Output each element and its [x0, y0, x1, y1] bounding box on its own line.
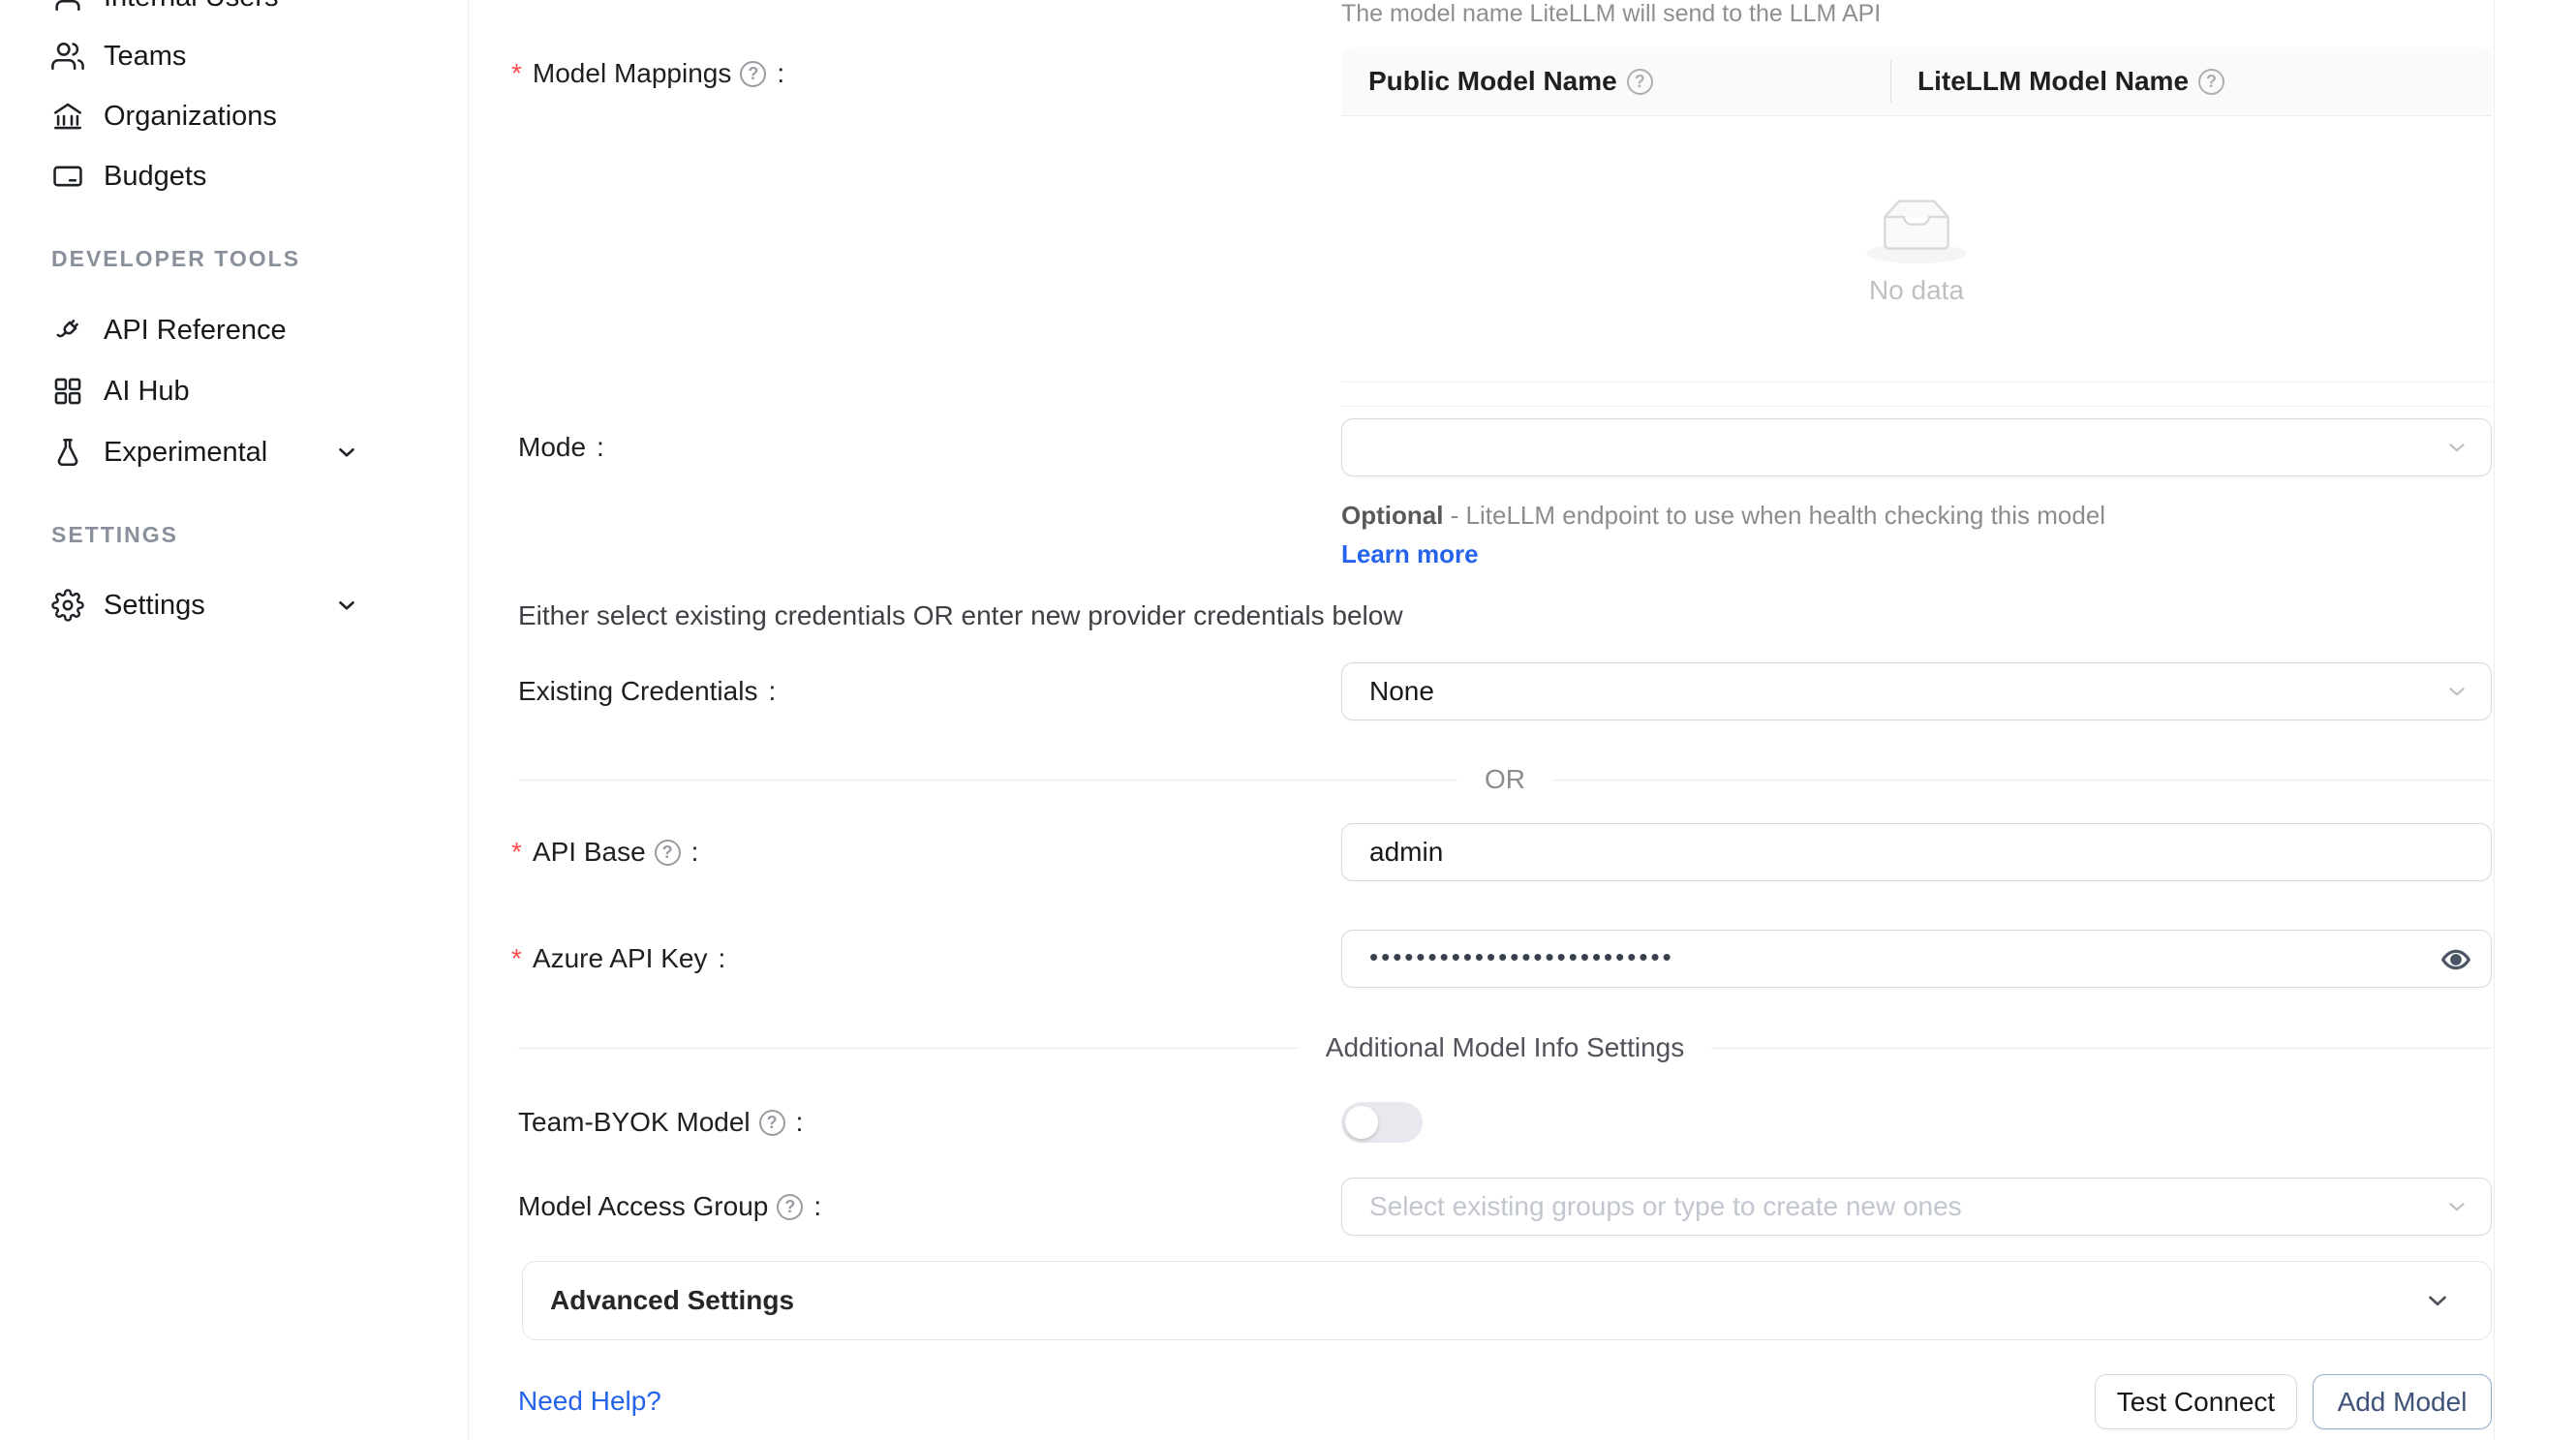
chevron-down-icon — [2444, 679, 2469, 704]
sidebar-item-label: Internal Users — [104, 0, 279, 14]
no-data-text: No data — [1869, 275, 1964, 306]
sidebar-item-label: Experimental — [104, 437, 267, 469]
table-header-public-model-name: Public Model Name ? — [1341, 47, 1890, 115]
masked-password-value: •••••••••••••••••••••••••• — [1369, 942, 1674, 972]
sidebar-item-label: AI Hub — [104, 376, 190, 408]
sidebar: Internal Users Teams Organizations Budge… — [0, 0, 469, 1440]
chevron-down-icon — [2444, 1194, 2469, 1219]
chevron-down-icon — [2423, 1286, 2452, 1315]
team-byok-label: Team-BYOK Model ? : — [518, 1103, 803, 1142]
mode-select[interactable] — [1341, 418, 2492, 476]
sidebar-section-developer-tools: DEVELOPER TOOLS — [51, 245, 300, 272]
grid-icon — [51, 375, 84, 408]
sidebar-item-api-reference[interactable]: API Reference — [51, 300, 431, 360]
or-divider: OR — [518, 760, 2492, 799]
credentials-note: Either select existing credentials OR en… — [518, 597, 1403, 635]
eye-icon[interactable] — [2440, 944, 2471, 975]
sidebar-item-label: API Reference — [104, 315, 287, 347]
api-base-value: admin — [1369, 837, 1443, 868]
required-asterisk: * — [511, 839, 522, 866]
question-circle-icon[interactable]: ? — [2198, 69, 2224, 95]
add-model-form: The model name LiteLLM will send to the … — [469, 0, 2495, 1440]
sidebar-item-experimental[interactable]: Experimental — [51, 422, 431, 482]
model-access-group-placeholder: Select existing groups or type to create… — [1369, 1191, 1962, 1222]
need-help-link[interactable]: Need Help? — [518, 1382, 661, 1421]
sidebar-item-budgets[interactable]: Budgets — [51, 146, 431, 206]
empty-box-icon — [1863, 192, 1970, 265]
additional-model-info-divider: Additional Model Info Settings — [518, 1028, 2492, 1067]
chevron-down-icon — [334, 593, 359, 618]
existing-credentials-select[interactable]: None — [1341, 662, 2492, 720]
sidebar-item-ai-hub[interactable]: AI Hub — [51, 361, 431, 421]
question-circle-icon[interactable]: ? — [759, 1110, 785, 1136]
plug-icon — [51, 314, 84, 347]
teams-icon — [51, 40, 84, 73]
model-access-group-select[interactable]: Select existing groups or type to create… — [1341, 1178, 2492, 1236]
model-name-help-text: The model name LiteLLM will send to the … — [1341, 0, 1881, 27]
existing-credentials-label: Existing Credentials : — [518, 672, 776, 711]
azure-api-key-label: * Azure API Key : — [511, 939, 725, 978]
test-connect-button[interactable]: Test Connect — [2095, 1374, 2297, 1429]
azure-api-key-input[interactable]: •••••••••••••••••••••••••• — [1341, 930, 2492, 988]
chevron-down-icon — [2444, 435, 2469, 460]
model-mappings-table: Public Model Name ? LiteLLM Model Name ?… — [1341, 47, 2492, 407]
sidebar-item-label: Organizations — [104, 101, 277, 133]
column-divider — [1890, 60, 1891, 103]
table-header-row: Public Model Name ? LiteLLM Model Name ? — [1341, 47, 2492, 116]
sidebar-section-settings: SETTINGS — [51, 521, 178, 548]
user-icon — [51, 0, 84, 14]
advanced-settings-panel[interactable]: Advanced Settings — [522, 1261, 2492, 1340]
sidebar-item-label: Settings — [104, 590, 205, 622]
sidebar-item-organizations[interactable]: Organizations — [51, 86, 431, 146]
add-model-button[interactable]: Add Model — [2313, 1374, 2492, 1429]
api-base-label: * API Base ? : — [511, 833, 698, 872]
credit-card-icon — [51, 160, 84, 193]
sidebar-item-internal-users[interactable]: Internal Users — [51, 0, 431, 27]
team-byok-toggle[interactable] — [1341, 1102, 1423, 1143]
table-empty-state: No data — [1341, 116, 2492, 383]
question-circle-icon[interactable]: ? — [777, 1194, 803, 1220]
model-access-group-label: Model Access Group ? : — [518, 1187, 821, 1226]
flask-icon — [51, 436, 84, 469]
question-circle-icon[interactable]: ? — [740, 61, 766, 87]
chevron-down-icon — [334, 440, 359, 465]
gear-icon — [51, 589, 84, 622]
required-asterisk: * — [511, 60, 522, 87]
existing-credentials-value: None — [1369, 676, 1434, 707]
question-circle-icon[interactable]: ? — [655, 840, 681, 866]
api-base-input[interactable]: admin — [1341, 823, 2492, 881]
model-mappings-label: * Model Mappings ? : — [511, 54, 784, 93]
mode-help-text: Optional - LiteLLM endpoint to use when … — [1341, 496, 2145, 573]
bank-icon — [51, 100, 84, 133]
toggle-knob — [1345, 1106, 1378, 1139]
sidebar-item-label: Teams — [104, 41, 186, 73]
learn-more-link[interactable]: Learn more — [1341, 539, 1479, 568]
advanced-settings-title: Advanced Settings — [550, 1285, 794, 1316]
question-circle-icon[interactable]: ? — [1627, 69, 1653, 95]
sidebar-item-settings[interactable]: Settings — [51, 575, 431, 635]
required-asterisk: * — [511, 945, 522, 972]
table-header-litellm-model-name: LiteLLM Model Name ? — [1890, 47, 2492, 115]
sidebar-item-label: Budgets — [104, 161, 206, 193]
sidebar-item-teams[interactable]: Teams — [51, 26, 431, 86]
mode-label: Mode : — [518, 428, 604, 467]
